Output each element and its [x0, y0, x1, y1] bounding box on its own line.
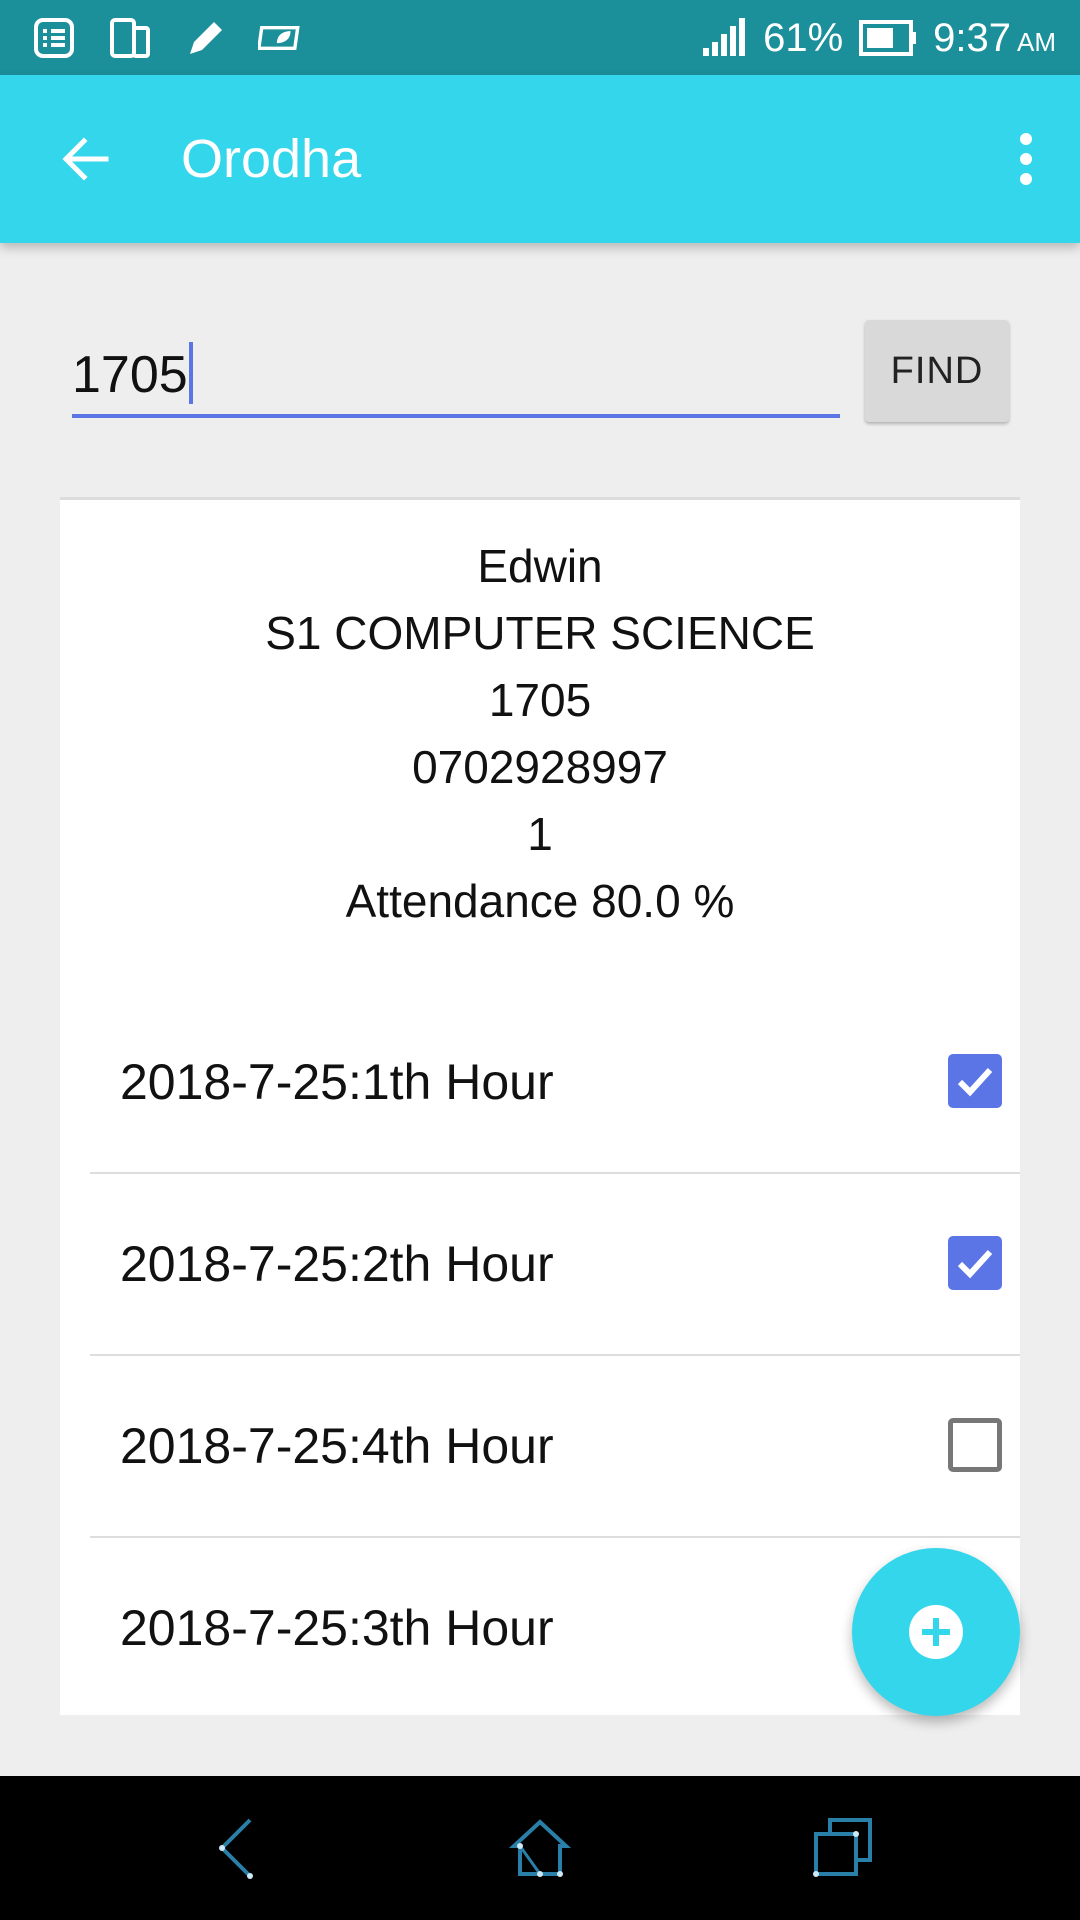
- nav-home-icon[interactable]: [504, 1812, 576, 1884]
- list-item-label: 2018-7-25:3th Hour: [120, 1600, 554, 1656]
- status-right-info: 61% 9:37 AM: [699, 10, 1056, 66]
- search-input[interactable]: 1705: [72, 330, 840, 418]
- attendance-checkbox[interactable]: [948, 1054, 1002, 1108]
- list-item-label: 2018-7-25:1th Hour: [120, 1054, 554, 1110]
- phone-clone-icon: [110, 18, 150, 58]
- list-item-label: 2018-7-25:4th Hour: [120, 1418, 554, 1474]
- list-item[interactable]: 2018-7-25:4th Hour: [90, 1356, 1020, 1538]
- text-caret: [188, 342, 193, 404]
- student-phone: 0702928997: [412, 741, 668, 793]
- add-fab-button[interactable]: [852, 1548, 1020, 1716]
- check-icon: [957, 1249, 993, 1279]
- app-bar: Orodha: [0, 75, 1080, 243]
- attendance-checkbox[interactable]: [948, 1418, 1002, 1472]
- attendance-checkbox[interactable]: [948, 1236, 1002, 1290]
- check-icon: [957, 1067, 993, 1097]
- find-button[interactable]: FIND: [865, 320, 1009, 422]
- signal-icon: [703, 18, 746, 56]
- status-bar: 61% 9:37 AM: [0, 0, 1080, 75]
- navigation-bar: [0, 1776, 1080, 1920]
- student-info: Edwin S1 COMPUTER SCIENCE 1705 070292899…: [60, 533, 1020, 935]
- list-item[interactable]: 2018-7-25:1th Hour: [90, 992, 1020, 1174]
- student-card: Edwin S1 COMPUTER SCIENCE 1705 070292899…: [60, 497, 1020, 1715]
- clock-ampm: AM: [1017, 26, 1056, 57]
- add-circle-icon: [909, 1605, 963, 1659]
- list-item[interactable]: 2018-7-25:2th Hour: [90, 1174, 1020, 1356]
- student-id: 1705: [488, 674, 592, 726]
- arrow-back-icon[interactable]: [54, 127, 118, 191]
- student-class: S1 COMPUTER SCIENCE: [265, 607, 815, 659]
- pencil-icon: [190, 22, 222, 54]
- search-input-value[interactable]: 1705: [72, 342, 193, 407]
- clock-time: 9:37: [933, 16, 1011, 60]
- student-extra: 1: [527, 808, 553, 860]
- battery-icon: [859, 20, 917, 56]
- nav-recents-icon[interactable]: [806, 1812, 878, 1884]
- student-name: Edwin: [477, 540, 603, 592]
- student-attendance: Attendance 80.0 %: [345, 875, 735, 927]
- nav-back-icon[interactable]: [202, 1812, 274, 1884]
- battery-percent: 61%: [763, 16, 844, 60]
- more-vert-icon[interactable]: [1002, 125, 1050, 193]
- list-notification-icon: [34, 18, 74, 58]
- status-left-icons: [30, 14, 306, 62]
- app-title: Orodha: [181, 129, 362, 189]
- list-item-label: 2018-7-25:2th Hour: [120, 1236, 554, 1292]
- battery-saver-icon: [258, 26, 300, 50]
